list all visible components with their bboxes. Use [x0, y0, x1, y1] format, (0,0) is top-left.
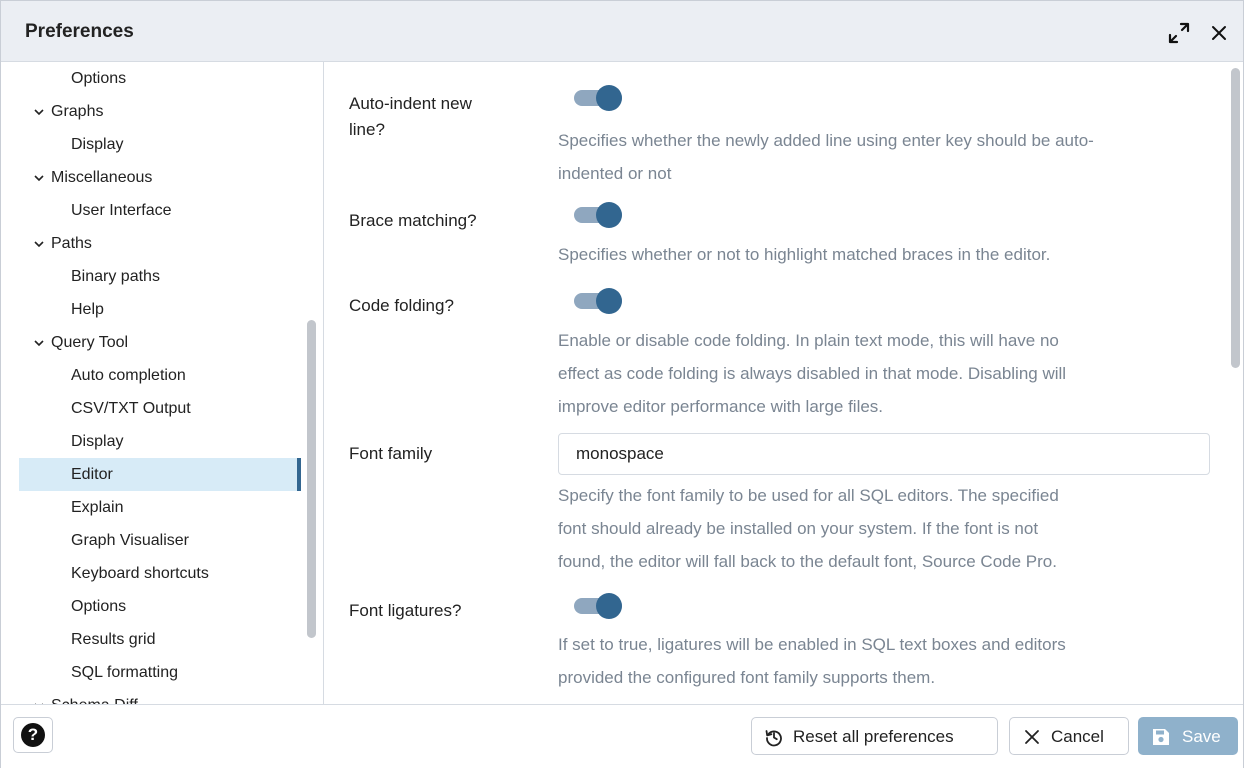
tree-item-auto-completion[interactable]: Auto completion [19, 359, 301, 392]
editor-settings-panel: Auto-indent new line? Specifies whether … [324, 62, 1243, 704]
tree-item-sql-formatting[interactable]: SQL formatting [19, 656, 301, 689]
maximize-icon[interactable] [1167, 21, 1191, 45]
tree-item-keyboard-shortcuts[interactable]: Keyboard shortcuts [19, 557, 301, 590]
tree-item-binary-paths[interactable]: Binary paths [19, 260, 301, 293]
tree-item-editor[interactable]: Editor [19, 458, 301, 491]
code-folding-desc-line2: effect as code folding is always disable… [558, 364, 1067, 383]
tree-item-label: Query Tool [51, 334, 129, 351]
help-button[interactable]: ? [13, 717, 53, 753]
auto-indent-label-line1: Auto-indent new [349, 94, 472, 113]
auto-indent-desc-line1: Specifies whether the newly added line u… [558, 131, 1094, 150]
tree-item-label: Results grid [71, 631, 156, 648]
tree-item-miscellaneous[interactable]: Miscellaneous [19, 161, 301, 194]
cancel-button-label: Cancel [1051, 727, 1104, 746]
tree-item-label: CSV/TXT Output [71, 400, 191, 417]
close-icon[interactable] [1207, 21, 1231, 45]
auto-indent-description: Specifies whether the newly added line u… [558, 124, 1198, 190]
tree-item-label: User Interface [71, 202, 172, 219]
toggle-knob [596, 288, 622, 314]
font-family-description: Specify the font family to be used for a… [558, 479, 1198, 578]
chevron-down-icon [34, 175, 44, 182]
reset-button-label: Reset all preferences [793, 727, 954, 746]
content-scrollbar[interactable] [1231, 68, 1240, 368]
chevron-down-icon [34, 340, 44, 347]
tree-item-label: Binary paths [71, 268, 160, 285]
toggle-knob [596, 202, 622, 228]
tree-item-label: Editor [71, 466, 113, 483]
save-button-label: Save [1182, 727, 1221, 746]
code-folding-description: Enable or disable code folding. In plain… [558, 324, 1198, 423]
tree-item-label: SQL formatting [71, 664, 179, 681]
tree-item-schema-diff[interactable]: Schema Diff [19, 689, 301, 704]
save-icon [1153, 729, 1169, 745]
font-family-desc-line2: font should already be installed on your… [558, 519, 1039, 538]
brace-matching-label: Brace matching? [349, 211, 477, 230]
tree-item-help[interactable]: Help [19, 293, 301, 326]
dialog-title: Preferences [25, 21, 134, 42]
tree-item-label: Help [71, 301, 104, 318]
auto-indent-label: Auto-indent new line? [349, 91, 472, 143]
tree-item-query-options[interactable]: Options [19, 590, 301, 623]
reset-icon [765, 730, 782, 747]
auto-indent-label-line2: line? [349, 120, 385, 139]
code-folding-desc-line3: improve editor performance with large fi… [558, 397, 884, 416]
sidebar-scrollbar[interactable] [307, 320, 316, 638]
preferences-tree: Options Graphs Display Miscellaneous Use… [1, 62, 324, 704]
title-bar: Preferences [1, 1, 1243, 62]
auto-indent-toggle[interactable] [574, 85, 626, 111]
tree-item-label: Schema Diff [51, 689, 138, 704]
tree-item-paths[interactable]: Paths [19, 227, 301, 260]
tree-item-label: Options [71, 70, 127, 87]
tree-item-query-tool[interactable]: Query Tool [19, 326, 301, 359]
reset-all-preferences-button[interactable]: Reset all preferences [751, 717, 998, 755]
font-ligatures-desc-line2: provided the configured font family supp… [558, 668, 936, 687]
toggle-knob [596, 593, 622, 619]
tree-item-graph-visualiser[interactable]: Graph Visualiser [19, 524, 301, 557]
save-button[interactable]: Save [1138, 717, 1238, 755]
tree-item-graphs-display[interactable]: Display [19, 128, 301, 161]
brace-matching-desc-line1: Specifies whether or not to highlight ma… [558, 245, 1051, 264]
tree-item-label: Paths [51, 235, 92, 252]
font-ligatures-label: Font ligatures? [349, 601, 462, 620]
brace-matching-description: Specifies whether or not to highlight ma… [558, 238, 1198, 271]
code-folding-toggle[interactable] [574, 288, 626, 314]
tree-item-label: Display [71, 433, 124, 450]
tree-item-graphs[interactable]: Graphs [19, 95, 301, 128]
cancel-button[interactable]: Cancel [1009, 717, 1129, 755]
tree-item-label: Options [71, 598, 127, 615]
chevron-down-icon [34, 109, 44, 116]
font-family-input[interactable] [558, 433, 1210, 475]
tree-item-label: Keyboard shortcuts [71, 565, 209, 582]
help-icon: ? [21, 723, 45, 747]
x-icon [1025, 730, 1039, 744]
font-ligatures-description: If set to true, ligatures will be enable… [558, 628, 1198, 694]
brace-matching-toggle[interactable] [574, 202, 626, 228]
tree-item-label: Miscellaneous [51, 169, 153, 186]
font-family-desc-line1: Specify the font family to be used for a… [558, 486, 1059, 505]
dialog-footer: ? Reset all preferences Cancel Save [1, 704, 1243, 768]
tree-item-label: Explain [71, 499, 124, 516]
font-family-label: Font family [349, 444, 433, 463]
tree-item-label: Display [71, 136, 124, 153]
tree-item-label: Graph Visualiser [71, 532, 189, 549]
tree-item-query-display[interactable]: Display [19, 425, 301, 458]
code-folding-label: Code folding? [349, 296, 454, 315]
tree-item-options[interactable]: Options [19, 62, 301, 95]
font-ligatures-toggle[interactable] [574, 593, 626, 619]
tree-item-results-grid[interactable]: Results grid [19, 623, 301, 656]
tree-item-label: Graphs [51, 103, 104, 120]
font-family-desc-line3: found, the editor will fall back to the … [558, 552, 1057, 571]
auto-indent-desc-line2: indented or not [558, 164, 672, 183]
code-folding-desc-line1: Enable or disable code folding. In plain… [558, 331, 1059, 350]
tree-item-user-interface[interactable]: User Interface [19, 194, 301, 227]
preferences-dialog: Preferences Options Graphs Display Misce… [0, 0, 1244, 768]
tree-item-csv-txt-output[interactable]: CSV/TXT Output [19, 392, 301, 425]
tree-item-explain[interactable]: Explain [19, 491, 301, 524]
font-ligatures-desc-line1: If set to true, ligatures will be enable… [558, 635, 1066, 654]
toggle-knob [596, 85, 622, 111]
tree-item-label: Auto completion [71, 367, 186, 384]
chevron-down-icon [34, 241, 44, 248]
